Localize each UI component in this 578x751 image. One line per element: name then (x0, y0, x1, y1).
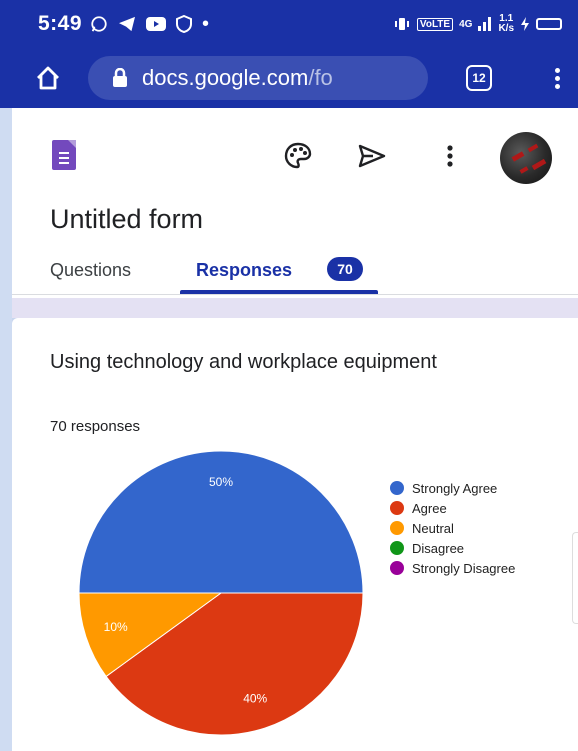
pie-chart: 50% 40% 10% (78, 450, 364, 736)
data-speed: 1.1 K/s (498, 14, 514, 34)
status-notification-icons: • (90, 13, 209, 36)
pie-label-strongly-agree: 50% (209, 475, 233, 489)
charging-icon (521, 17, 529, 31)
send-icon[interactable] (352, 136, 392, 176)
vibrate-icon (394, 18, 409, 30)
legend-label: Neutral (412, 520, 454, 536)
tab-questions[interactable]: Questions (50, 260, 131, 281)
pie-slice-strongly-agree[interactable] (78, 450, 364, 594)
battery-icon (536, 18, 562, 30)
legend-label: Strongly Agree (412, 480, 498, 496)
volte-badge: VoLTE (416, 17, 454, 31)
browser-menu-icon[interactable] (555, 67, 560, 89)
legend-swatch (390, 521, 404, 535)
legend-swatch (390, 561, 404, 575)
google-forms-logo-icon[interactable] (52, 140, 76, 170)
whatsapp-icon (91, 16, 107, 32)
more-options-icon[interactable] (430, 136, 470, 176)
url-host: docs.google.com (142, 65, 309, 90)
legend-swatch (390, 541, 404, 555)
status-time: 5:49 (38, 12, 83, 35)
youtube-icon (146, 17, 167, 31)
avatar[interactable] (500, 132, 552, 184)
form-title: Untitled form (50, 204, 204, 234)
chart-legend: Strongly Agree Agree Neutral Disagree Strong… (390, 478, 515, 578)
legend-item-agree: Agree (390, 498, 515, 518)
legend-label: Agree (412, 500, 447, 516)
status-bar: 5:49 • VoLTE 4G 1.1 K/s (0, 0, 578, 48)
home-icon[interactable] (30, 60, 66, 96)
dot-icon: • (202, 12, 210, 35)
status-system-icons: VoLTE 4G 1.1 K/s (393, 14, 562, 34)
signal-icon (478, 17, 492, 31)
legend-item-neutral: Neutral (390, 518, 515, 538)
left-edge-strip (0, 108, 12, 751)
side-scroll-handle[interactable] (572, 532, 578, 624)
legend-item-strongly-agree: Strongly Agree (390, 478, 515, 498)
header-divider (12, 294, 578, 295)
address-bar[interactable]: docs.google.com/fo (88, 56, 428, 100)
data-speed-unit: K/s (498, 23, 514, 34)
legend-item-strongly-disagree: Strongly Disagree (390, 558, 515, 578)
network-label: 4G (459, 18, 473, 30)
legend-item-disagree: Disagree (390, 538, 515, 558)
pie-label-neutral: 10% (104, 620, 128, 634)
form-header: Untitled form Questions Responses 70 (12, 108, 578, 298)
legend-label: Disagree (412, 540, 465, 556)
responses-count-badge: 70 (327, 257, 363, 281)
legend-label: Strongly Disagree (412, 560, 516, 576)
telegram-icon (119, 16, 136, 32)
pie-label-agree: 40% (243, 691, 267, 705)
section-gap (12, 298, 578, 318)
shield-icon (176, 15, 193, 33)
question-summary-card: Using technology and workplace equipment… (12, 318, 578, 751)
tab-responses[interactable]: Responses (196, 260, 292, 281)
lock-icon (112, 68, 128, 88)
tab-switcher-button[interactable]: 12 (466, 65, 492, 91)
palette-icon[interactable] (278, 136, 318, 176)
browser-toolbar: docs.google.com/fo 12 (0, 48, 578, 108)
legend-swatch (390, 481, 404, 495)
url-path: /fo (308, 65, 333, 90)
legend-swatch (390, 501, 404, 515)
